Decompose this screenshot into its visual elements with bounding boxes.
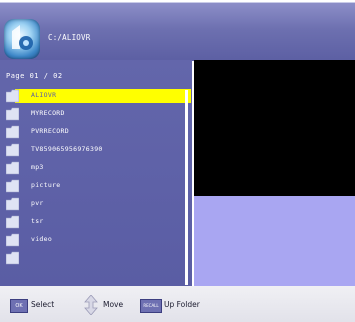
folder-name: mp3: [31, 163, 44, 171]
folder-icon: [6, 233, 19, 247]
folder-icon: [6, 89, 19, 103]
list-item[interactable]: picture: [6, 177, 186, 195]
video-preview: [194, 60, 355, 196]
current-path: C:/ALIOVR: [48, 33, 91, 42]
folder-icon: [6, 251, 19, 265]
folder-icon: [6, 197, 19, 211]
media-browser-screen: C:/ALIOVR Page 01 / 02 ALIOVR MYRECORD P…: [0, 0, 355, 322]
list-item[interactable]: PVRRECORD: [6, 123, 186, 141]
file-browser-panel: Page 01 / 02 ALIOVR MYRECORD PVRRECORD T…: [0, 60, 192, 286]
select-hint: Select: [31, 300, 55, 309]
list-item[interactable]: ALIOVR: [6, 87, 191, 105]
list-item[interactable]: TV859065956976390: [6, 141, 186, 159]
move-hint: Move: [103, 300, 124, 309]
footer-bar: OK Select Move RECALL Up Folder: [0, 286, 355, 322]
folder-name: pvr: [31, 199, 44, 207]
info-preview: [194, 196, 355, 286]
file-list: ALIOVR MYRECORD PVRRECORD TV859065956976…: [6, 87, 191, 267]
list-item[interactable]: [6, 249, 186, 267]
folder-name: picture: [31, 181, 61, 189]
folder-name: video: [31, 235, 53, 243]
folder-icon: [6, 161, 19, 175]
list-item[interactable]: tsr: [6, 213, 186, 231]
list-item[interactable]: MYRECORD: [6, 105, 186, 123]
list-item[interactable]: video: [6, 231, 186, 249]
header-bar: C:/ALIOVR: [0, 2, 355, 61]
ok-key-icon: OK: [10, 299, 28, 313]
folder-name: TV859065956976390: [31, 145, 103, 153]
folder-icon: [6, 125, 19, 139]
device-logo-icon: [4, 19, 40, 59]
folder-icon: [6, 143, 19, 157]
scrollbar[interactable]: [185, 90, 188, 285]
folder-icon: [6, 179, 19, 193]
page-indicator: Page 01 / 02: [6, 72, 63, 80]
recall-key-icon: RECALL: [140, 299, 162, 313]
folder-name: PVRRECORD: [31, 127, 69, 135]
move-arrows-icon: [84, 295, 98, 315]
up-folder-hint: Up Folder: [164, 300, 200, 309]
folder-icon: [6, 215, 19, 229]
list-item[interactable]: pvr: [6, 195, 186, 213]
folder-name: MYRECORD: [31, 109, 65, 117]
folder-name: tsr: [31, 217, 44, 225]
folder-name: ALIOVR: [31, 91, 57, 99]
list-item[interactable]: mp3: [6, 159, 186, 177]
folder-icon: [6, 107, 19, 121]
